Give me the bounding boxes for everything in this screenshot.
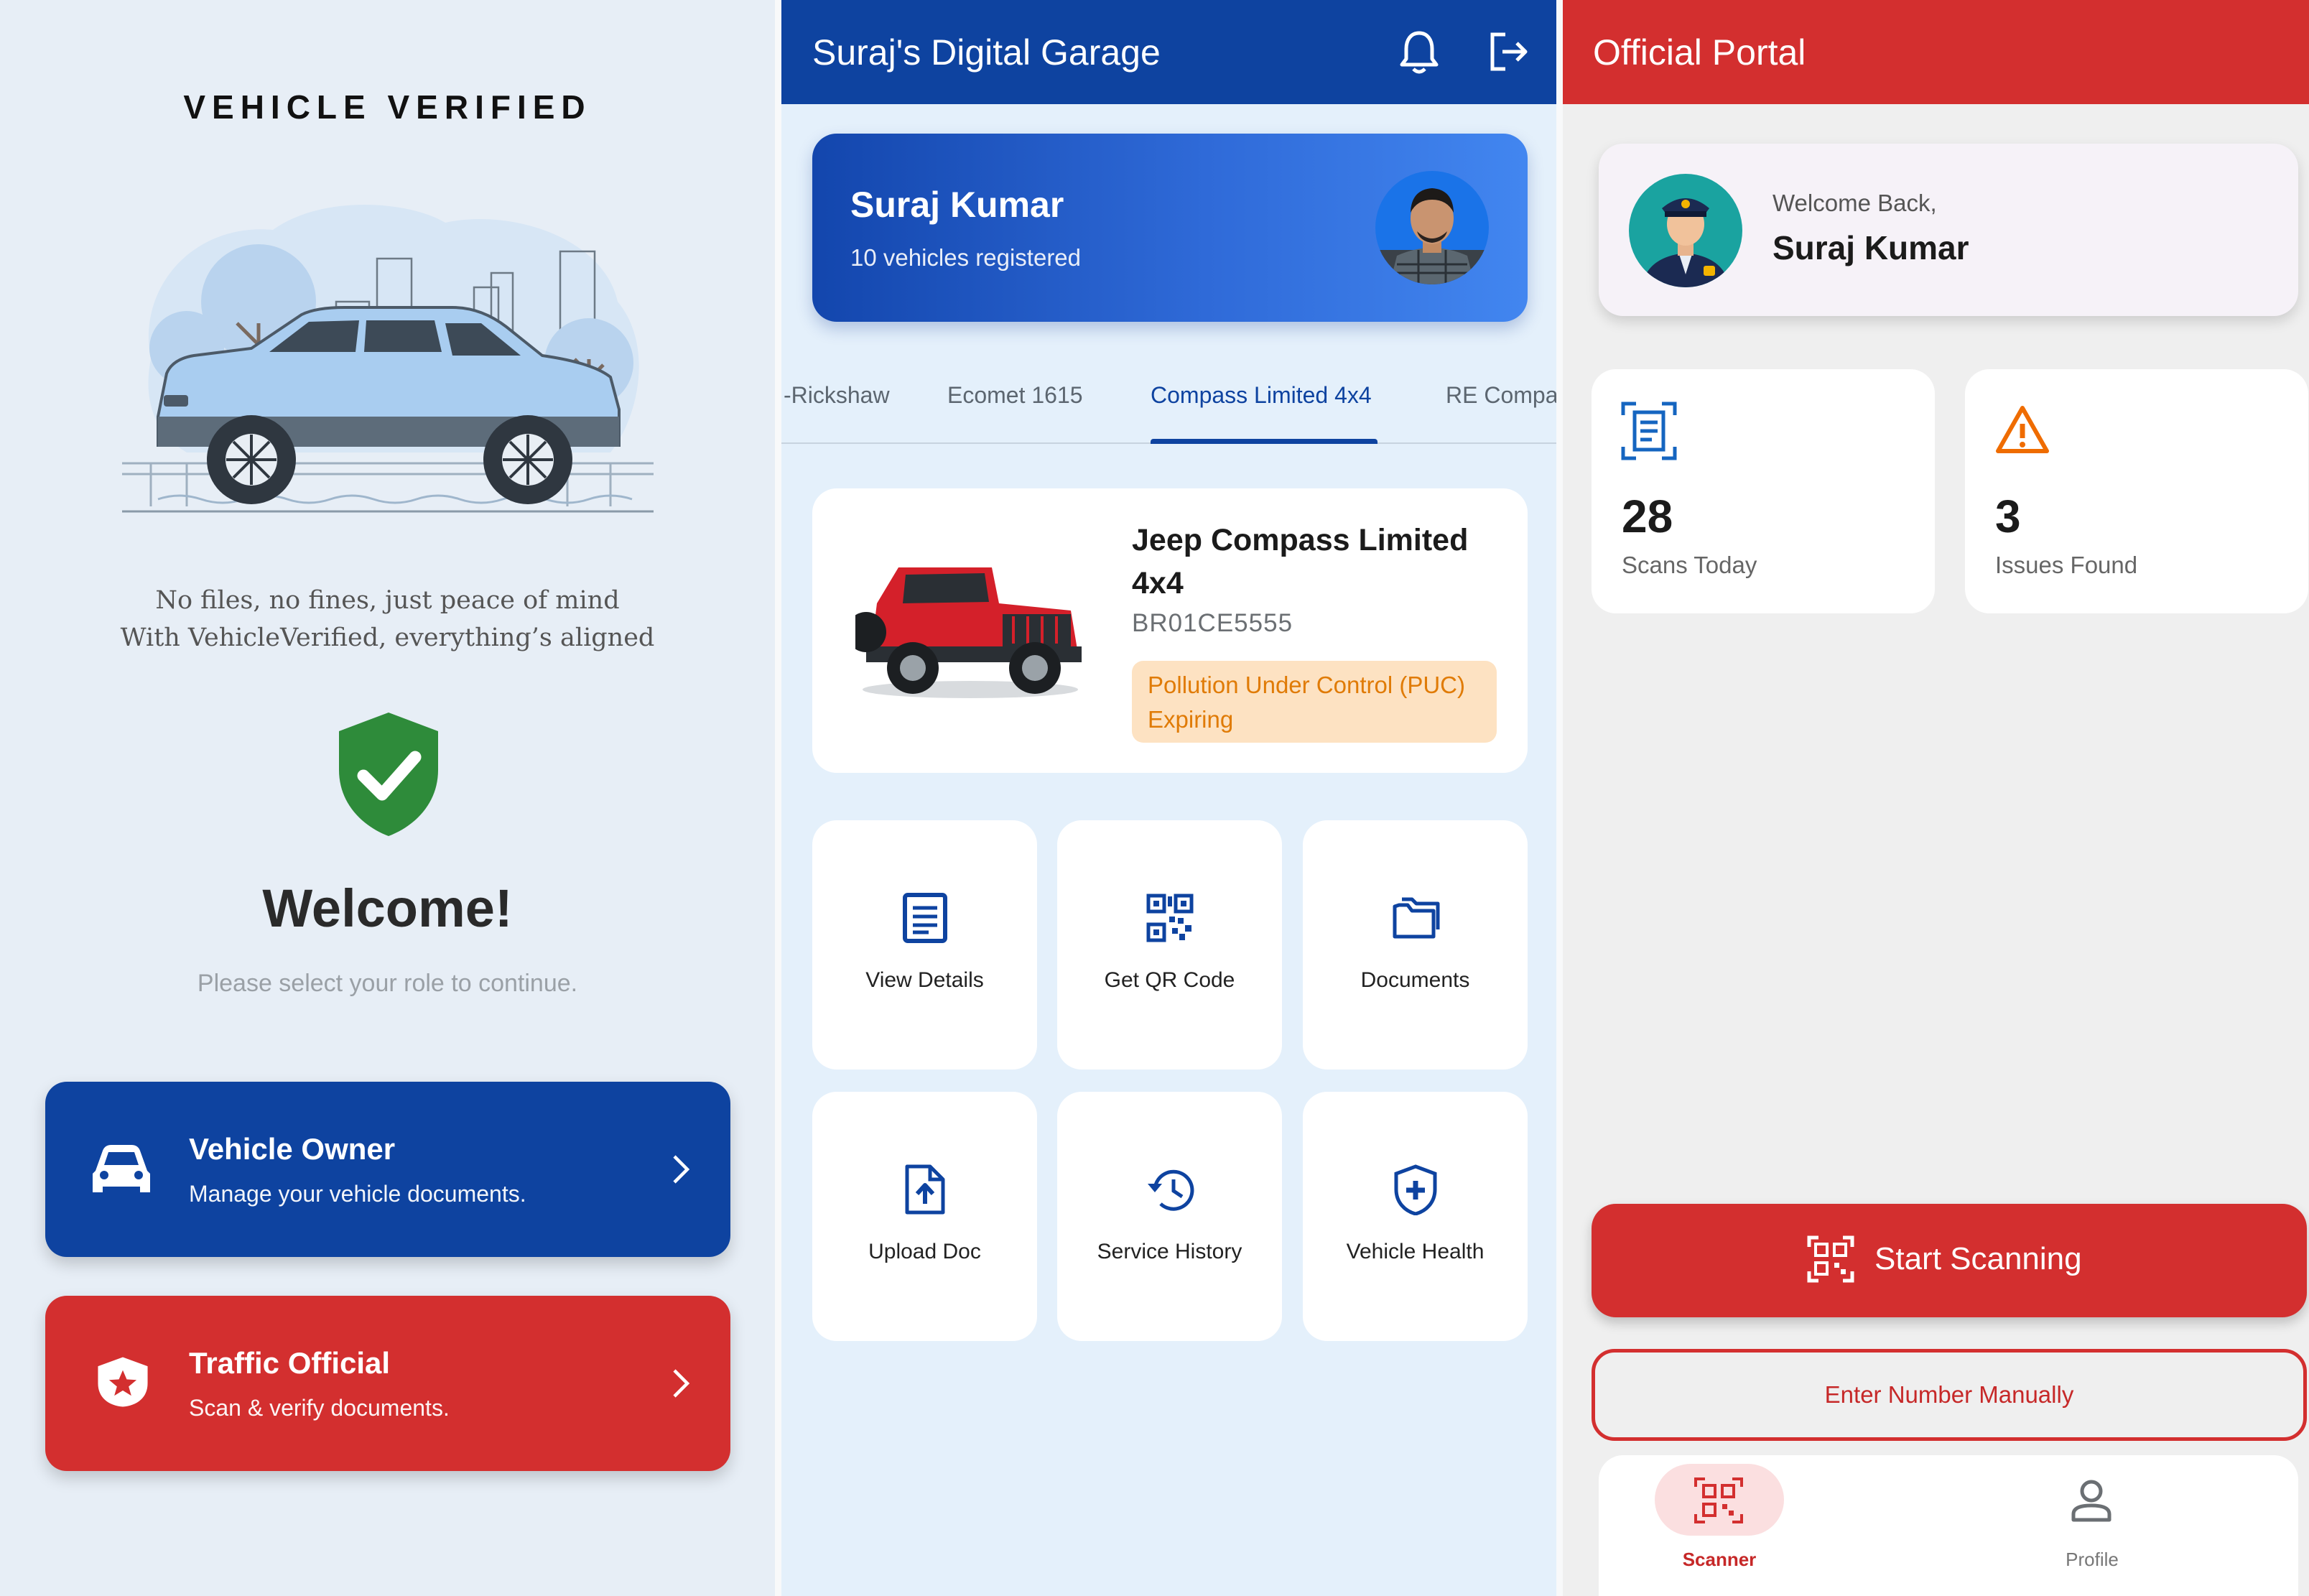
chevron-right-icon [673, 1369, 690, 1398]
nav-profile[interactable]: Profile [1949, 1455, 2165, 1596]
vehicle-card[interactable]: Jeep Compass Limited 4x4 BR01CE5555 Poll… [812, 488, 1528, 773]
scan-document-icon [1621, 402, 1677, 460]
qr-scanner-icon [1694, 1477, 1743, 1523]
tab-rickshaw[interactable]: -Rickshaw [784, 382, 890, 409]
qr-code-icon [1146, 894, 1194, 942]
tile-label: Vehicle Health [1346, 1240, 1485, 1263]
tile-label: Documents [1360, 968, 1470, 992]
role-subtitle: Scan & verify documents. [189, 1395, 450, 1421]
car-illustration [122, 205, 654, 513]
stat-label: Scans Today [1622, 552, 1757, 578]
button-label: Start Scanning [1874, 1241, 2082, 1276]
officer-avatar[interactable] [1629, 174, 1742, 287]
status-badge: Pollution Under Control (PUC) Expiring [1132, 661, 1497, 743]
bottom-navigation: Scanner Profile [1599, 1455, 2298, 1596]
official-name: Suraj Kumar [1773, 229, 1969, 266]
vehicle-image [855, 567, 1082, 698]
qr-scanner-icon [1807, 1235, 1854, 1283]
profile-name: Suraj Kumar [850, 185, 1064, 225]
button-label: Enter Number Manually [1824, 1381, 2074, 1408]
person-icon [2071, 1480, 2111, 1522]
view-details-button[interactable]: View Details [812, 820, 1037, 1070]
traffic-official-button[interactable]: Traffic Official Scan & verify documents… [45, 1296, 730, 1471]
profile-card: Suraj Kumar 10 vehicles registered [812, 134, 1528, 322]
enter-number-manually-button[interactable]: Enter Number Manually [1592, 1349, 2307, 1441]
chevron-right-icon [673, 1155, 690, 1184]
active-tab-indicator [1151, 439, 1377, 444]
role-selection-screen: VEHICLE VERIFIED No files, no fines, jus… [0, 0, 775, 1596]
car-icon [93, 1145, 150, 1192]
welcome-back-label: Welcome Back, [1773, 190, 1937, 216]
stat-value: 28 [1622, 491, 1673, 542]
panel-divider [1556, 0, 1563, 1596]
nav-label: Profile [2066, 1549, 2119, 1570]
verified-shield-icon [339, 713, 438, 836]
document-list-icon [903, 893, 947, 943]
tile-label: Service History [1097, 1240, 1242, 1263]
tagline-line-2: With VehicleVerified, everything’s align… [120, 623, 655, 652]
vehicle-count: 10 vehicles registered [850, 244, 1082, 271]
panel-divider [775, 0, 781, 1596]
app-bar-title: Suraj's Digital Garage [812, 32, 1161, 73]
vehicle-name: Jeep Compass Limited 4x4 [1132, 523, 1469, 600]
vehicle-plate: BR01CE5555 [1132, 609, 1293, 637]
service-history-button[interactable]: Service History [1057, 1092, 1282, 1341]
nav-label: Scanner [1682, 1549, 1757, 1570]
welcome-heading: Welcome! [262, 878, 513, 938]
folder-icon [1393, 897, 1440, 939]
warning-icon [1996, 406, 2049, 453]
app-title: VEHICLE VERIFIED [183, 88, 592, 126]
start-scanning-button[interactable]: Start Scanning [1592, 1204, 2307, 1317]
file-upload-icon [905, 1164, 945, 1215]
tile-label: Get QR Code [1104, 968, 1235, 992]
digital-garage-screen: Suraj's Digital Garage Suraj Kumar 10 ve… [781, 0, 1556, 1596]
role-title: Vehicle Owner [189, 1132, 396, 1166]
welcome-card: Welcome Back, Suraj Kumar [1599, 144, 2298, 316]
vehicle-health-button[interactable]: Vehicle Health [1303, 1092, 1528, 1341]
nav-scanner[interactable]: Scanner [1599, 1455, 1814, 1596]
avatar[interactable] [1375, 171, 1489, 284]
role-prompt: Please select your role to continue. [197, 970, 578, 997]
app-bar: Official Portal [1563, 0, 2309, 104]
issues-found-card: 3 Issues Found [1965, 369, 2308, 613]
history-icon [1148, 1169, 1194, 1211]
app-bar: Suraj's Digital Garage [781, 0, 1556, 104]
tab-compass[interactable]: Compass Limited 4x4 [1151, 382, 1372, 409]
official-portal-screen: Official Portal Welcome Back, Suraj Kuma… [1563, 0, 2309, 1596]
health-shield-icon [1394, 1164, 1437, 1215]
app-bar-title: Official Portal [1593, 32, 1806, 73]
get-qr-code-button[interactable]: Get QR Code [1057, 820, 1282, 1070]
tile-label: Upload Doc [868, 1240, 981, 1263]
tagline-line-1: No files, no fines, just peace of mind [155, 586, 620, 615]
scans-today-card: 28 Scans Today [1592, 369, 1935, 613]
tab-ecomet[interactable]: Ecomet 1615 [947, 382, 1083, 409]
badge-star-icon [98, 1357, 148, 1407]
upload-doc-button[interactable]: Upload Doc [812, 1092, 1037, 1341]
stat-label: Issues Found [1995, 552, 2138, 578]
logout-icon[interactable] [1485, 29, 1531, 75]
vehicle-owner-button[interactable]: Vehicle Owner Manage your vehicle docume… [45, 1082, 730, 1257]
bell-icon[interactable] [1398, 29, 1441, 75]
vehicle-tabs: -Rickshaw Ecomet 1615 Compass Limited 4x… [781, 359, 1556, 444]
role-subtitle: Manage your vehicle documents. [189, 1181, 526, 1207]
tile-label: View Details [865, 968, 984, 992]
tab-re-compass[interactable]: RE Compa [1446, 382, 1556, 409]
documents-button[interactable]: Documents [1303, 820, 1528, 1070]
stat-value: 3 [1995, 491, 2021, 542]
role-title: Traffic Official [189, 1346, 391, 1380]
